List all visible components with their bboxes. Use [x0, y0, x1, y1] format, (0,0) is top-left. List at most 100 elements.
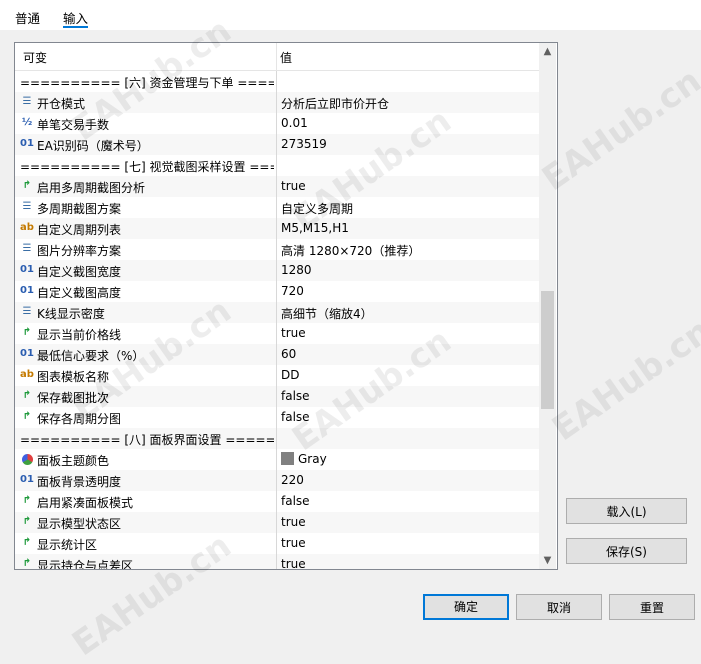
scroll-thumb[interactable] — [541, 291, 554, 409]
parameter-value-cell[interactable]: 720 — [277, 281, 539, 302]
column-header-variable[interactable]: 可变 — [23, 49, 47, 66]
parameter-row[interactable]: ½ 单笔交易手数 0.01 — [15, 113, 539, 134]
parameter-value-wrap[interactable]: M5,M15,H1 — [281, 221, 349, 235]
parameter-value-wrap[interactable]: 高清 1280×720（推荐） — [281, 242, 420, 259]
section-row[interactable]: ========== [八] 面板界面设置 ========= — [15, 428, 539, 449]
parameter-row[interactable]: ☰ 图片分辨率方案 高清 1280×720（推荐） — [15, 239, 539, 260]
parameter-value-cell[interactable]: 273519 — [277, 134, 539, 155]
parameter-value-wrap[interactable]: true — [281, 326, 306, 340]
parameter-name-cell: ========== [七] 视觉截图采样设置 ===== — [15, 155, 277, 176]
parameter-value-wrap[interactable]: 0.01 — [281, 116, 308, 130]
parameter-value-cell[interactable]: true — [277, 554, 539, 569]
parameter-row[interactable]: ☰ 开仓模式 分析后立即市价开仓 — [15, 92, 539, 113]
parameter-value-cell[interactable]: DD — [277, 365, 539, 386]
cancel-button[interactable]: 取消 — [516, 594, 602, 620]
scroll-up-icon[interactable]: ▲ — [539, 43, 556, 60]
parameter-value-wrap[interactable]: 高细节（缩放4） — [281, 305, 373, 322]
parameter-value-cell[interactable]: 1280 — [277, 260, 539, 281]
parameter-name-cell: 01 自定义截图宽度 — [15, 260, 277, 281]
parameter-row[interactable]: ↱ 显示统计区 true — [15, 533, 539, 554]
tab-strip: 普通 输入 — [0, 0, 701, 30]
parameter-value-cell[interactable]: 220 — [277, 470, 539, 491]
parameter-name-cell: ↱ 显示统计区 — [15, 533, 277, 554]
parameter-row[interactable]: ☰ 多周期截图方案 自定义多周期 — [15, 197, 539, 218]
tab-inputs[interactable]: 输入 — [63, 8, 88, 27]
parameter-value-cell[interactable]: false — [277, 407, 539, 428]
parameter-row[interactable]: ↱ 显示模型状态区 true — [15, 512, 539, 533]
parameter-row[interactable]: ↱ 保存截图批次 false — [15, 386, 539, 407]
parameter-row[interactable]: ↱ 保存各周期分图 false — [15, 407, 539, 428]
parameter-row[interactable]: ↱ 启用多周期截图分析 true — [15, 176, 539, 197]
parameter-name: 保存截图批次 — [37, 391, 110, 405]
parameter-row[interactable]: ● 面板主题颜色 Gray — [15, 449, 539, 470]
parameter-value-cell[interactable]: 60 — [277, 344, 539, 365]
vertical-scrollbar[interactable]: ▲ ▼ — [539, 43, 556, 569]
parameter-value-cell[interactable]: 高细节（缩放4） — [277, 302, 539, 323]
parameter-value-wrap[interactable]: true — [281, 515, 306, 529]
parameter-name-cell: ↱ 显示持仓与点差区 — [15, 554, 277, 569]
section-row[interactable]: ========== [六] 资金管理与下单 ======= — [15, 71, 539, 92]
parameter-row[interactable]: ↱ 启用紧凑面板模式 false — [15, 491, 539, 512]
parameter-name: 图片分辨率方案 — [37, 244, 122, 258]
parameter-value-wrap[interactable]: 60 — [281, 347, 296, 361]
parameter-value-cell[interactable]: false — [277, 386, 539, 407]
parameter-value-cell[interactable]: 0.01 — [277, 113, 539, 134]
parameter-row[interactable]: ↱ 显示当前价格线 true — [15, 323, 539, 344]
parameter-value-cell[interactable]: true — [277, 323, 539, 344]
parameter-value-cell[interactable]: Gray — [277, 449, 539, 470]
parameter-value-wrap[interactable]: false — [281, 389, 310, 403]
tab-general[interactable]: 普通 — [15, 8, 40, 27]
parameter-value-wrap[interactable]: true — [281, 179, 306, 193]
parameter-value-wrap[interactable]: Gray — [281, 452, 327, 466]
parameter-value: 220 — [281, 473, 304, 487]
parameter-name: 开仓模式 — [37, 97, 86, 111]
parameter-row[interactable]: ☰ K线显示密度 高细节（缩放4） — [15, 302, 539, 323]
parameter-value-cell[interactable]: M5,M15,H1 — [277, 218, 539, 239]
parameter-row[interactable]: 01 最低信心要求（%） 60 — [15, 344, 539, 365]
parameter-name-cell: ↱ 保存截图批次 — [15, 386, 277, 407]
parameter-row[interactable]: ↱ 显示持仓与点差区 true — [15, 554, 539, 569]
parameter-value-wrap[interactable]: true — [281, 536, 306, 550]
parameter-value-wrap[interactable]: 自定义多周期 — [281, 200, 353, 217]
parameter-value-wrap[interactable]: false — [281, 410, 310, 424]
section-row[interactable]: ========== [七] 视觉截图采样设置 ===== — [15, 155, 539, 176]
parameter-row[interactable]: 01 面板背景透明度 220 — [15, 470, 539, 491]
parameter-name: 自定义截图宽度 — [37, 265, 122, 279]
parameter-value-wrap[interactable]: false — [281, 494, 310, 508]
parameter-value-wrap[interactable]: 273519 — [281, 137, 327, 151]
parameter-value-wrap[interactable]: 1280 — [281, 263, 312, 277]
parameter-value-wrap[interactable]: 220 — [281, 473, 304, 487]
parameter-name-cell: ab 自定义周期列表 — [15, 218, 277, 239]
load-button[interactable]: 载入(L) — [566, 498, 687, 524]
parameter-value-cell[interactable]: true — [277, 512, 539, 533]
column-header-value[interactable]: 值 — [280, 49, 292, 66]
parameter-value-wrap[interactable]: true — [281, 557, 306, 569]
parameter-value-cell[interactable]: false — [277, 491, 539, 512]
parameter-value-wrap[interactable]: 720 — [281, 284, 304, 298]
reset-button[interactable]: 重置 — [609, 594, 695, 620]
parameter-row[interactable]: 01 自定义截图宽度 1280 — [15, 260, 539, 281]
parameter-row[interactable]: 01 自定义截图高度 720 — [15, 281, 539, 302]
scroll-down-icon[interactable]: ▼ — [539, 552, 556, 569]
parameter-value-cell[interactable]: 分析后立即市价开仓 — [277, 92, 539, 113]
parameter-row[interactable]: ab 自定义周期列表 M5,M15,H1 — [15, 218, 539, 239]
parameter-value-wrap[interactable]: 分析后立即市价开仓 — [281, 95, 389, 112]
parameter-value: 自定义多周期 — [281, 202, 354, 216]
section-title: ========== [八] 面板界面设置 ========= — [20, 433, 274, 447]
parameter-name: 图表模板名称 — [37, 370, 110, 384]
parameter-value-wrap[interactable]: DD — [281, 368, 299, 382]
parameter-row[interactable]: 01 EA识别码（魔术号） 273519 — [15, 134, 539, 155]
color-swatch[interactable] — [281, 452, 294, 465]
save-button[interactable]: 保存(S) — [566, 538, 687, 564]
bool-arrow-icon: ↱ — [22, 495, 32, 506]
string-icon: ab — [20, 222, 34, 233]
parameter-value-cell[interactable]: 自定义多周期 — [277, 197, 539, 218]
parameter-value-cell[interactable]: true — [277, 533, 539, 554]
column-divider[interactable] — [276, 43, 277, 70]
parameter-row[interactable]: ab 图表模板名称 DD — [15, 365, 539, 386]
string-icon: ab — [20, 369, 34, 380]
integer-icon: 01 — [20, 348, 34, 359]
ok-button[interactable]: 确定 — [423, 594, 509, 620]
parameter-value-cell[interactable]: true — [277, 176, 539, 197]
parameter-value-cell[interactable]: 高清 1280×720（推荐） — [277, 239, 539, 260]
